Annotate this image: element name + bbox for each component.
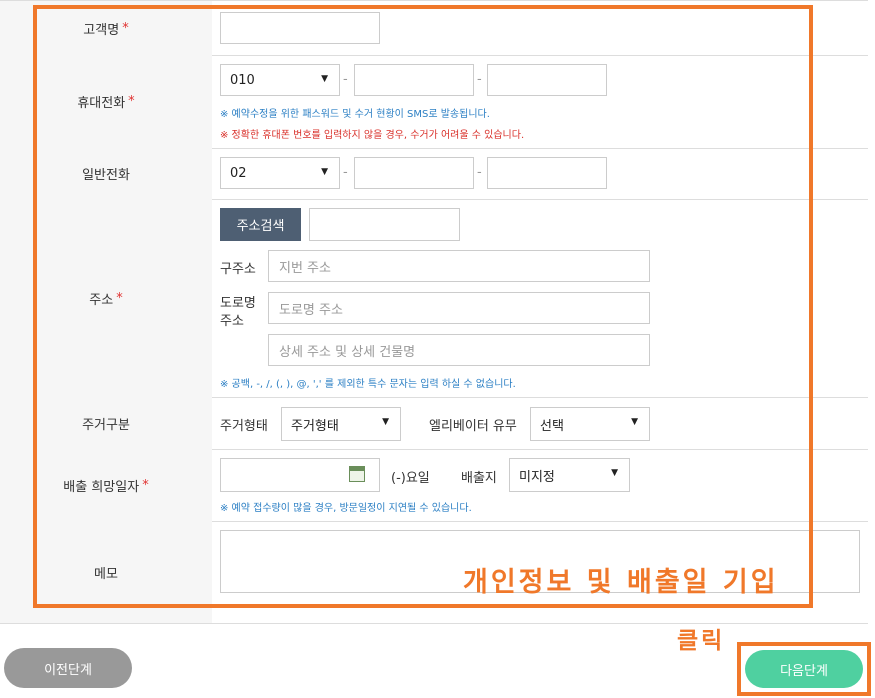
click-annotation-text: 클릭 bbox=[677, 628, 726, 654]
prev-step-button[interactable]: 이전단계 bbox=[4, 648, 132, 688]
form-highlight-box bbox=[33, 5, 813, 608]
reservation-form: 고객명 * 휴대전화 * 010 ▼ - - ※ 예약수정을 위한 패스워드 및 수거… bbox=[0, 0, 868, 624]
form-annotation-text: 개인정보 및 배출일 기입 bbox=[463, 567, 779, 598]
next-step-button[interactable]: 다음단계 bbox=[745, 650, 863, 688]
